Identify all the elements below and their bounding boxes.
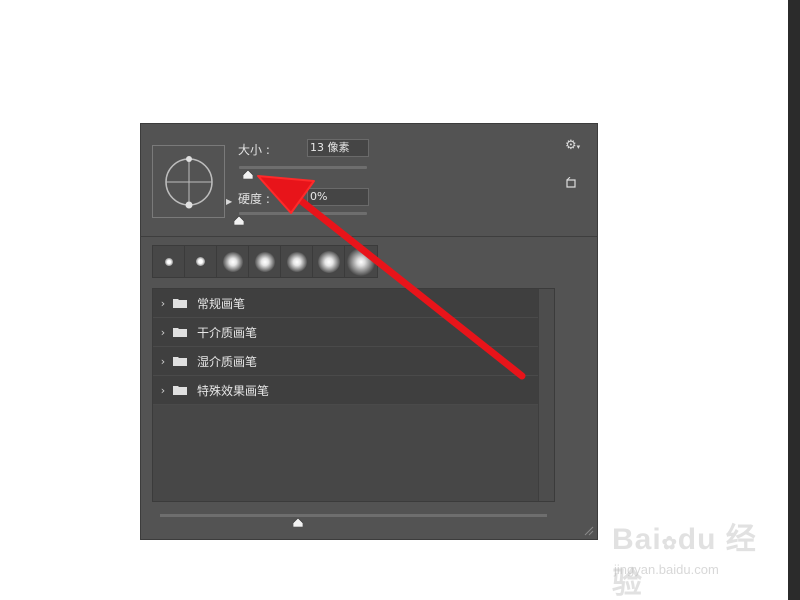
watermark-logo: Bai✿du 经验 xyxy=(612,523,757,600)
annotation-arrow xyxy=(257,175,526,380)
baidu-jingyan-watermark: Bai✿du 经验 jingyan.baidu.com xyxy=(612,514,762,600)
watermark-url: jingyan.baidu.com xyxy=(614,562,719,577)
